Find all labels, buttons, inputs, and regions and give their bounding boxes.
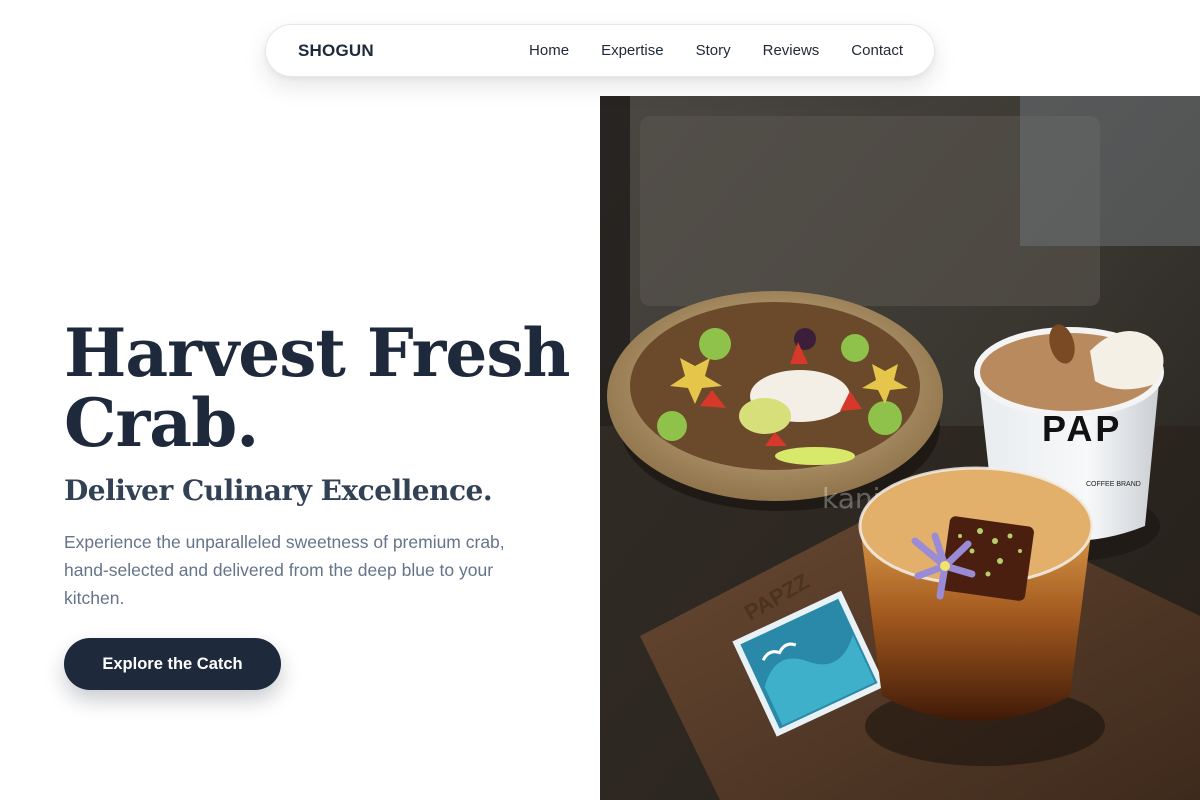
- nav-link-reviews[interactable]: Reviews: [763, 42, 820, 59]
- page: SHOGUN Home Expertise Story Reviews Cont…: [0, 0, 1200, 800]
- nav-link-home[interactable]: Home: [529, 42, 569, 59]
- hero-description: Experience the unparalleled sweetness of…: [64, 532, 505, 608]
- nav-link-contact[interactable]: Contact: [851, 42, 903, 59]
- cup-brand-text: PAP: [1042, 408, 1122, 449]
- cup-subtext: COFFEE BRAND: [1086, 481, 1141, 488]
- top-navbar: SHOGUN Home Expertise Story Reviews Cont…: [265, 24, 935, 77]
- hero-title: Harvest Fresh Crab.: [64, 318, 584, 458]
- stone-block: [1020, 96, 1200, 246]
- explore-catch-button[interactable]: Explore the Catch: [64, 638, 281, 690]
- hero-content: Harvest Fresh Crab. Deliver Culinary Exc…: [64, 318, 584, 612]
- hero-photo: PAPZZ PAP COFFEE BRAND kani: [600, 96, 1200, 800]
- nav-links: Home Expertise Story Reviews Contact: [529, 42, 903, 59]
- hero-title-line-1: Harvest Fresh: [64, 314, 570, 392]
- hero-title-line-2: Crab.: [64, 384, 259, 462]
- hero-subtitle: Deliver Culinary Excellence.: [64, 474, 493, 507]
- brand-logo[interactable]: SHOGUN: [298, 41, 374, 61]
- nav-link-story[interactable]: Story: [696, 42, 731, 59]
- nav-link-expertise[interactable]: Expertise: [601, 42, 664, 59]
